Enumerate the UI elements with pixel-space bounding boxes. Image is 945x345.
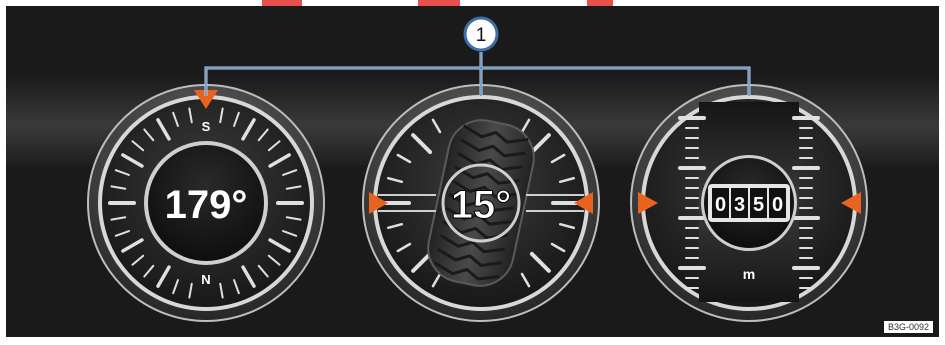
altitude-counter: 0 3 5 0 <box>708 184 790 222</box>
altitude-digit: 5 <box>753 194 764 216</box>
altitude-digit: 3 <box>734 194 745 216</box>
compass-south-letter: S <box>202 119 211 134</box>
inclination-readout: 15° <box>451 183 512 227</box>
inclination-gauge: 15° <box>362 84 600 322</box>
altitude-digit: 0 <box>715 194 726 216</box>
altitude-unit: m <box>743 266 755 282</box>
instrument-cluster-display: 179° S N 15° 0 3 5 0 m 1 B3G-0092 <box>6 6 939 337</box>
compass-heading-readout: 179° <box>165 183 248 227</box>
callout-number: 1 <box>476 25 487 46</box>
compass-gauge: 179° S N <box>87 84 325 322</box>
compass-north-letter: N <box>201 272 210 287</box>
altitude-digit: 0 <box>772 194 783 216</box>
altimeter-gauge: 0 3 5 0 m <box>630 84 868 322</box>
image-code-label: B3G-0092 <box>883 321 933 333</box>
